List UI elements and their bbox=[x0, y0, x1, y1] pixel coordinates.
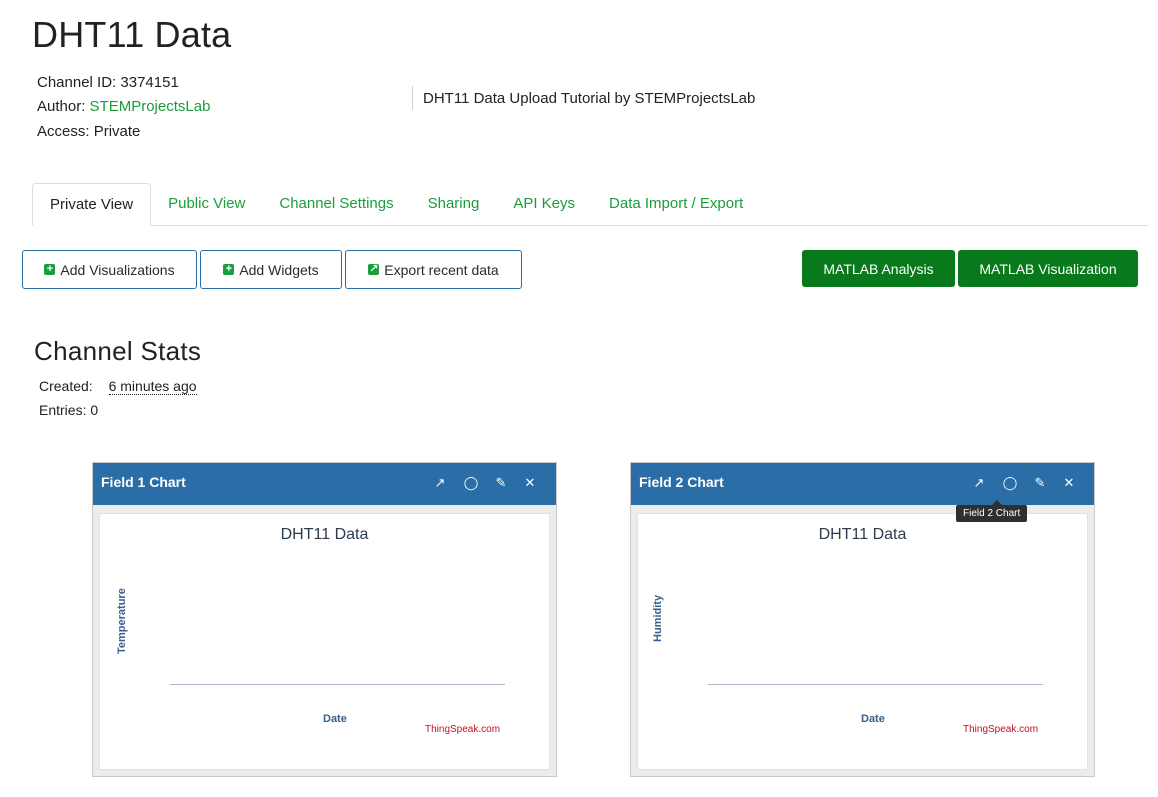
channel-id-value: 3374151 bbox=[120, 74, 179, 91]
tab-channel-settings[interactable]: Channel Settings bbox=[262, 183, 410, 225]
pencil-icon[interactable]: ✎ bbox=[493, 475, 509, 491]
close-icon[interactable]: ✕ bbox=[522, 475, 538, 491]
external-link-icon[interactable]: ↗ bbox=[432, 475, 448, 491]
chart-title: DHT11 Data bbox=[280, 526, 369, 543]
export-icon: ↗ bbox=[368, 263, 380, 275]
close-icon[interactable]: ✕ bbox=[1061, 475, 1077, 491]
entries-stat: Entries: 0 bbox=[39, 402, 98, 418]
matlab-analysis-button[interactable]: MATLAB Analysis bbox=[802, 250, 955, 287]
access-value: Private bbox=[93, 123, 141, 140]
channel-id-line: Channel ID: 3374151 bbox=[37, 74, 179, 91]
card-title: Field 1 Chart bbox=[101, 474, 186, 490]
y-axis-label: Temperature bbox=[116, 588, 128, 654]
tab-public-view[interactable]: Public View bbox=[151, 183, 262, 225]
export-recent-data-button[interactable]: ↗ Export recent data bbox=[345, 250, 522, 289]
external-link-icon[interactable]: ↗ bbox=[971, 475, 987, 491]
card-header: Field 1 Chart ↗ ◯ ✎ ✕ bbox=[93, 463, 556, 505]
tab-api-keys[interactable]: API Keys bbox=[496, 183, 592, 225]
author-link[interactable]: STEMProjectsLab bbox=[90, 98, 211, 115]
card-header: Field 2 Chart ↗ ◯ ✎ ✕ bbox=[631, 463, 1094, 505]
page-title: DHT11 Data bbox=[32, 14, 232, 55]
card-title: Field 2 Chart bbox=[639, 474, 724, 490]
chart-plot-area: DHT11 Data Temperature Date ThingSpeak.c… bbox=[99, 513, 550, 770]
access-label: Access: bbox=[37, 123, 90, 140]
author-label: Author: bbox=[37, 98, 86, 115]
plus-icon: + bbox=[44, 264, 56, 275]
add-widgets-label: Add Widgets bbox=[239, 261, 319, 278]
comment-icon[interactable]: ◯ bbox=[463, 475, 479, 491]
tooltip: Field 2 Chart bbox=[956, 500, 1028, 522]
add-visualizations-label: Add Visualizations bbox=[60, 261, 175, 278]
channel-id-label: Channel ID: bbox=[37, 74, 117, 91]
author-line: Author: STEMProjectsLab bbox=[37, 98, 210, 115]
created-value: 6 minutes ago bbox=[108, 378, 197, 395]
y-axis-label: Humidity bbox=[652, 594, 664, 642]
thingspeak-credit-link[interactable]: ThingSpeak.com bbox=[425, 724, 500, 735]
thingspeak-credit-link[interactable]: ThingSpeak.com bbox=[963, 724, 1038, 735]
chart-plot-area: DHT11 Data Humidity Date ThingSpeak.com bbox=[637, 513, 1088, 770]
created-stat: Created: 6 minutes ago bbox=[39, 378, 197, 395]
entries-value: 0 bbox=[90, 402, 99, 418]
tab-private-view[interactable]: Private View bbox=[32, 183, 152, 226]
x-axis-line bbox=[170, 684, 505, 685]
x-axis-line bbox=[708, 684, 1043, 685]
chart-title: DHT11 Data bbox=[818, 526, 907, 543]
x-axis-label: Date bbox=[861, 713, 885, 725]
tab-sharing[interactable]: Sharing bbox=[411, 183, 497, 225]
add-widgets-button[interactable]: + Add Widgets bbox=[200, 250, 342, 289]
plus-icon: + bbox=[223, 264, 235, 275]
channel-description: DHT11 Data Upload Tutorial by STEMProjec… bbox=[423, 90, 756, 107]
channel-stats-heading: Channel Stats bbox=[34, 336, 202, 366]
description-divider bbox=[412, 86, 413, 110]
pencil-icon[interactable]: ✎ bbox=[1032, 475, 1048, 491]
add-visualizations-button[interactable]: + Add Visualizations bbox=[22, 250, 197, 289]
matlab-visualization-button[interactable]: MATLAB Visualization bbox=[958, 250, 1138, 287]
entries-label: Entries: bbox=[39, 402, 87, 418]
tab-data-import-export[interactable]: Data Import / Export bbox=[592, 183, 760, 225]
tab-bar: Private View Public View Channel Setting… bbox=[32, 183, 760, 226]
access-line: Access: Private bbox=[37, 123, 140, 140]
created-label: Created: bbox=[39, 378, 93, 394]
field-1-chart-card: Field 1 Chart ↗ ◯ ✎ ✕ DHT11 Data Tempera… bbox=[92, 462, 557, 777]
comment-icon[interactable]: ◯ bbox=[1002, 475, 1018, 491]
export-recent-data-label: Export recent data bbox=[384, 261, 499, 278]
x-axis-label: Date bbox=[323, 713, 347, 725]
